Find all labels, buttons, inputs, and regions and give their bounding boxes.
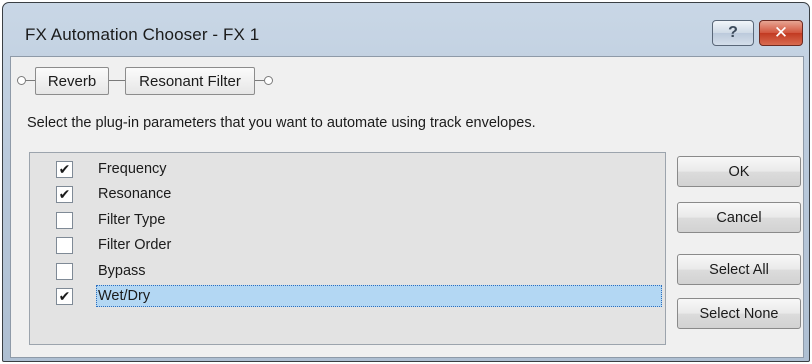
parameter-list[interactable]: ✔ Frequency ✔ Resonance Filter Type Filt…	[29, 152, 666, 345]
dialog-body: Reverb Resonant Filter Select the plug-i…	[10, 56, 804, 358]
parameter-row-frequency[interactable]: ✔ Frequency	[36, 157, 662, 181]
parameter-row-resonance[interactable]: ✔ Resonance	[36, 182, 662, 206]
chain-item-reverb[interactable]: Reverb	[35, 67, 109, 95]
parameter-label: Filter Type	[98, 212, 166, 228]
checkmark-icon: ✔	[58, 288, 71, 304]
close-icon: ✕	[773, 23, 789, 42]
checkmark-icon: ✔	[58, 161, 71, 177]
parameter-label: Wet/Dry	[98, 288, 151, 304]
frequency-checkbox[interactable]: ✔	[56, 160, 73, 178]
filter-order-checkbox[interactable]	[56, 236, 73, 254]
chain-start-connector-icon	[17, 76, 26, 85]
chain-item-label: Reverb	[47, 72, 97, 90]
selection-highlight	[96, 285, 662, 307]
window-title: FX Automation Chooser - FX 1	[25, 25, 260, 44]
parameter-label: Resonance	[98, 186, 172, 202]
close-button[interactable]: ✕	[759, 20, 803, 46]
parameter-label: Frequency	[98, 161, 167, 177]
cancel-button[interactable]: Cancel	[677, 202, 801, 233]
resonance-checkbox[interactable]: ✔	[56, 185, 73, 203]
chain-end-connector-icon	[264, 76, 273, 85]
chain-link	[255, 80, 264, 81]
parameter-row-bypass[interactable]: Bypass	[36, 259, 662, 283]
parameter-label: Bypass	[98, 263, 146, 279]
checkmark-icon: ✔	[58, 186, 71, 202]
help-button[interactable]: ?	[712, 20, 754, 46]
instructions-text: Select the plug-in parameters that you w…	[27, 115, 536, 131]
parameter-row-filter-order[interactable]: Filter Order	[36, 233, 662, 257]
select-none-button[interactable]: Select None	[677, 298, 801, 329]
parameter-row-filter-type[interactable]: Filter Type	[36, 208, 662, 232]
ok-button[interactable]: OK	[677, 156, 801, 187]
filter-type-checkbox[interactable]	[56, 211, 73, 229]
chain-link	[109, 80, 125, 81]
bypass-checkbox[interactable]	[56, 262, 73, 280]
chain-item-resonant-filter[interactable]: Resonant Filter	[125, 67, 255, 95]
chain-link	[26, 80, 35, 81]
fx-automation-chooser-window: FX Automation Chooser - FX 1 ? ✕ Reverb …	[2, 2, 810, 362]
select-all-button[interactable]: Select All	[677, 254, 801, 285]
chain-item-label: Resonant Filter	[139, 72, 241, 90]
parameter-label: Filter Order	[98, 237, 172, 253]
parameter-row-wet-dry[interactable]: ✔ Wet/Dry	[36, 284, 662, 308]
wet-dry-checkbox[interactable]: ✔	[56, 287, 73, 305]
help-icon: ?	[728, 24, 738, 41]
